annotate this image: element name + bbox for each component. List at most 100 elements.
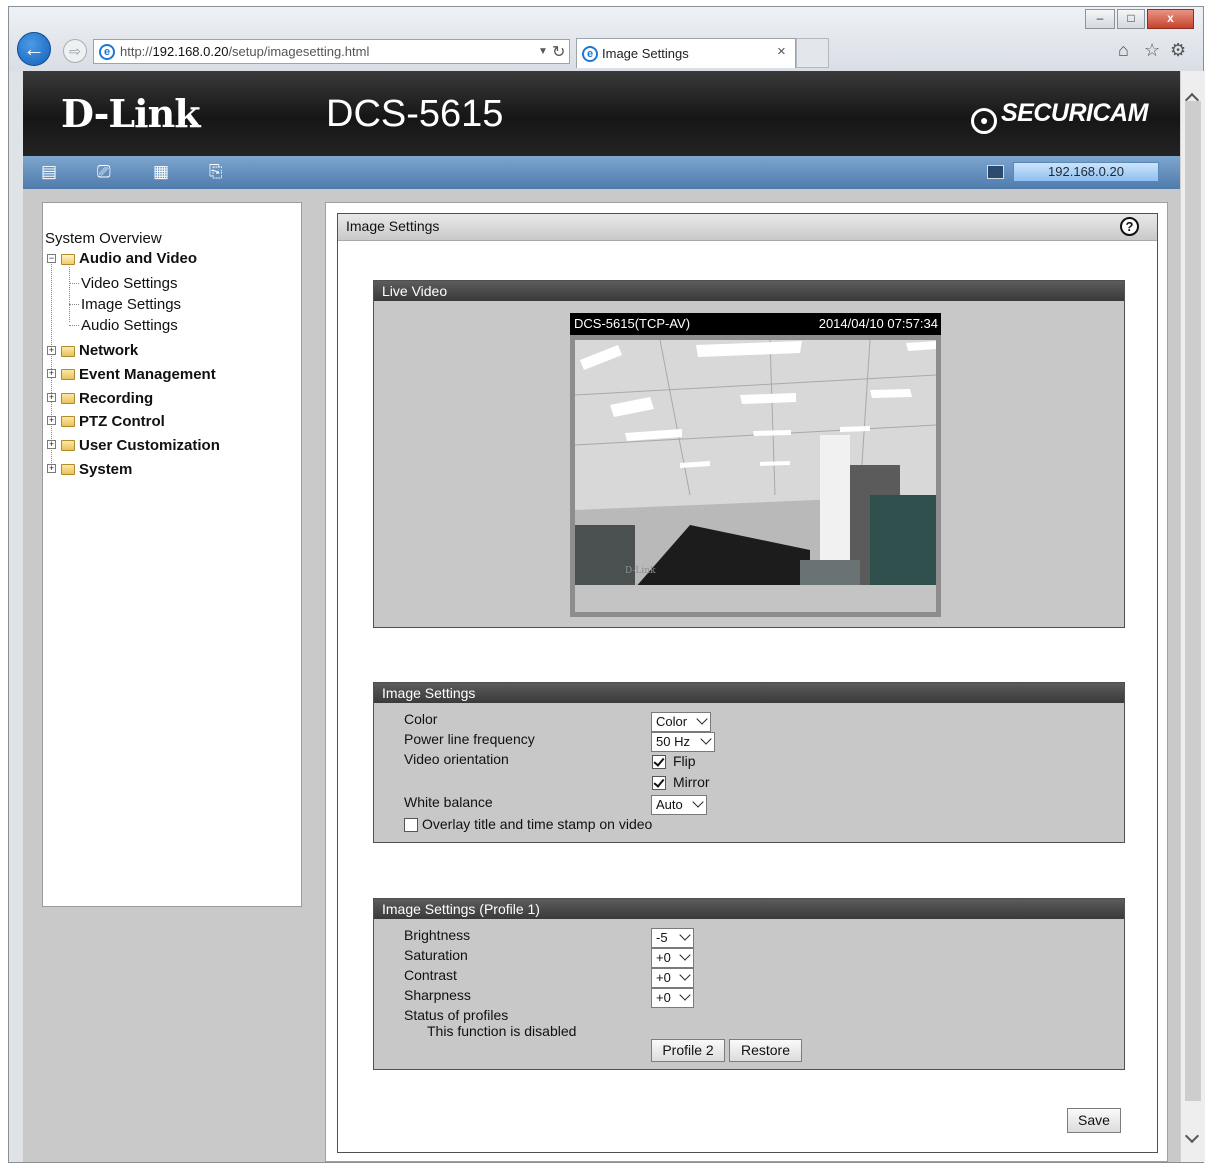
logout-door-icon[interactable]: ⎘ bbox=[209, 162, 223, 182]
color-select[interactable]: Color bbox=[651, 712, 711, 732]
setup-search-icon[interactable]: ⎚ bbox=[97, 162, 111, 182]
white-balance-select[interactable]: Auto bbox=[651, 795, 707, 815]
overlay-checkbox[interactable] bbox=[404, 818, 418, 832]
saturation-select[interactable]: +0 bbox=[651, 948, 694, 968]
tree-line bbox=[69, 325, 79, 326]
settings-gear-icon[interactable]: ⚙ bbox=[1170, 40, 1186, 61]
chevron-down-icon bbox=[700, 733, 712, 745]
flip-checkbox[interactable] bbox=[652, 755, 666, 769]
folder-icon bbox=[61, 464, 75, 475]
folder-icon bbox=[61, 369, 75, 380]
folder-icon bbox=[61, 393, 75, 404]
sidebar-item-recording[interactable]: Recording bbox=[79, 390, 153, 407]
sidebar-item-event-management[interactable]: Event Management bbox=[79, 366, 216, 383]
mirror-checkbox[interactable] bbox=[652, 776, 666, 790]
section-header: Image Settings (Profile 1) bbox=[374, 899, 1124, 919]
status-profiles-text: This function is disabled bbox=[427, 1023, 577, 1039]
white-balance-label: White balance bbox=[404, 794, 493, 810]
scroll-thumb[interactable] bbox=[1185, 101, 1201, 1101]
live-video-image[interactable]: D-Link bbox=[570, 335, 941, 617]
folder-icon bbox=[61, 416, 75, 427]
collapse-icon[interactable]: − bbox=[47, 254, 56, 263]
status-profiles-label: Status of profiles bbox=[404, 1007, 509, 1023]
close-window-button[interactable]: x bbox=[1147, 9, 1194, 29]
chevron-down-icon bbox=[692, 796, 704, 808]
sidebar-item-audio-settings[interactable]: Audio Settings bbox=[81, 317, 178, 334]
maximize-button[interactable]: □ bbox=[1117, 9, 1145, 29]
live-view-icon[interactable]: ▤ bbox=[41, 162, 57, 182]
dlink-logo: D-Link bbox=[61, 91, 201, 136]
tree-line bbox=[69, 283, 79, 284]
image-profile-section: Image Settings (Profile 1) Brightness -5… bbox=[373, 898, 1125, 1070]
vertical-scrollbar[interactable] bbox=[1180, 71, 1205, 1162]
chevron-down-icon bbox=[696, 713, 708, 725]
address-bar[interactable]: e http://192.168.0.20/setup/imagesetting… bbox=[93, 39, 570, 64]
monitor-icon bbox=[987, 165, 1004, 179]
ie-page-icon: e bbox=[99, 44, 115, 60]
saturation-label: Saturation bbox=[404, 947, 468, 963]
favorites-star-icon[interactable]: ☆ bbox=[1144, 40, 1160, 61]
profile-2-button[interactable]: Profile 2 bbox=[651, 1039, 725, 1062]
sidebar-item-image-settings[interactable]: Image Settings bbox=[81, 296, 181, 313]
tab-image-settings[interactable]: e Image Settings × bbox=[576, 38, 796, 68]
expand-icon[interactable]: + bbox=[47, 369, 56, 378]
forward-button[interactable]: ⇨ bbox=[63, 39, 87, 63]
tree-line bbox=[69, 304, 79, 305]
ie-tab-icon: e bbox=[582, 46, 598, 62]
securicam-logo: ● SECURICAM bbox=[971, 99, 1148, 134]
sidebar-item-user-customization[interactable]: User Customization bbox=[79, 437, 220, 454]
sidebar-item-system-overview[interactable]: System Overview bbox=[45, 230, 162, 247]
video-caption-bar: DCS-5615(TCP-AV) 2014/04/10 07:57:34 bbox=[570, 313, 941, 335]
mirror-label: Mirror bbox=[673, 774, 710, 790]
sharpness-label: Sharpness bbox=[404, 987, 471, 1003]
save-button[interactable]: Save bbox=[1067, 1108, 1121, 1133]
maintenance-icon[interactable]: ▦ bbox=[153, 162, 169, 182]
refresh-icon[interactable]: ↻ bbox=[552, 42, 565, 62]
live-video-section: Live Video DCS-5615(TCP-AV) 2014/04/10 0… bbox=[373, 280, 1125, 628]
back-button[interactable]: ← bbox=[17, 32, 51, 66]
expand-icon[interactable]: + bbox=[47, 440, 56, 449]
restore-button[interactable]: Restore bbox=[729, 1039, 802, 1062]
camera-header: D-Link DCS-5615 ● SECURICAM bbox=[23, 71, 1180, 156]
sidebar-item-system[interactable]: System bbox=[79, 461, 132, 478]
tab-close-icon[interactable]: × bbox=[777, 43, 786, 60]
home-icon[interactable]: ⌂ bbox=[1118, 40, 1129, 61]
sidebar-item-ptz-control[interactable]: PTZ Control bbox=[79, 413, 165, 430]
address-url[interactable]: http://192.168.0.20/setup/imagesetting.h… bbox=[120, 44, 369, 59]
power-line-label: Power line frequency bbox=[404, 731, 535, 747]
browser-window: – □ x ← ⇨ e http://192.168.0.20/setup/im… bbox=[8, 6, 1205, 1163]
main-panel: Image Settings ? Live Video DCS-5615(TCP… bbox=[325, 202, 1168, 1162]
scroll-down-icon[interactable] bbox=[1184, 1128, 1200, 1144]
folder-icon bbox=[61, 440, 75, 451]
color-label: Color bbox=[404, 711, 438, 727]
main-header: Image Settings ? bbox=[338, 214, 1157, 241]
sidebar-item-video-settings[interactable]: Video Settings bbox=[81, 275, 177, 292]
expand-icon[interactable]: + bbox=[47, 464, 56, 473]
chevron-down-icon bbox=[679, 929, 691, 941]
expand-icon[interactable]: + bbox=[47, 416, 56, 425]
page-title: Image Settings bbox=[346, 218, 440, 234]
new-tab-button[interactable] bbox=[796, 38, 829, 68]
contrast-label: Contrast bbox=[404, 967, 457, 983]
sharpness-select[interactable]: +0 bbox=[651, 988, 694, 1008]
power-line-select[interactable]: 50 Hz bbox=[651, 732, 715, 752]
tab-title: Image Settings bbox=[602, 46, 689, 61]
box-brand-label: D-Link bbox=[625, 566, 656, 576]
camera-scene: D-Link bbox=[574, 339, 937, 612]
sidebar-item-network[interactable]: Network bbox=[79, 342, 138, 359]
tree-line bbox=[51, 254, 52, 469]
expand-icon[interactable]: + bbox=[47, 393, 56, 402]
section-title: Image Settings bbox=[382, 685, 476, 701]
expand-icon[interactable]: + bbox=[47, 346, 56, 355]
dropdown-arrow-icon[interactable]: ▼ bbox=[538, 46, 548, 57]
model-name: DCS-5615 bbox=[326, 93, 504, 135]
brightness-select[interactable]: -5 bbox=[651, 928, 694, 948]
arrow-right-icon: ⇨ bbox=[69, 43, 81, 59]
contrast-select[interactable]: +0 bbox=[651, 968, 694, 988]
flip-label: Flip bbox=[673, 753, 696, 769]
sidebar-item-audio-video[interactable]: Audio and Video bbox=[79, 250, 197, 267]
arrow-left-icon: ← bbox=[23, 36, 45, 61]
help-icon[interactable]: ? bbox=[1120, 217, 1139, 236]
chevron-down-icon bbox=[679, 949, 691, 961]
minimize-button[interactable]: – bbox=[1085, 9, 1115, 29]
